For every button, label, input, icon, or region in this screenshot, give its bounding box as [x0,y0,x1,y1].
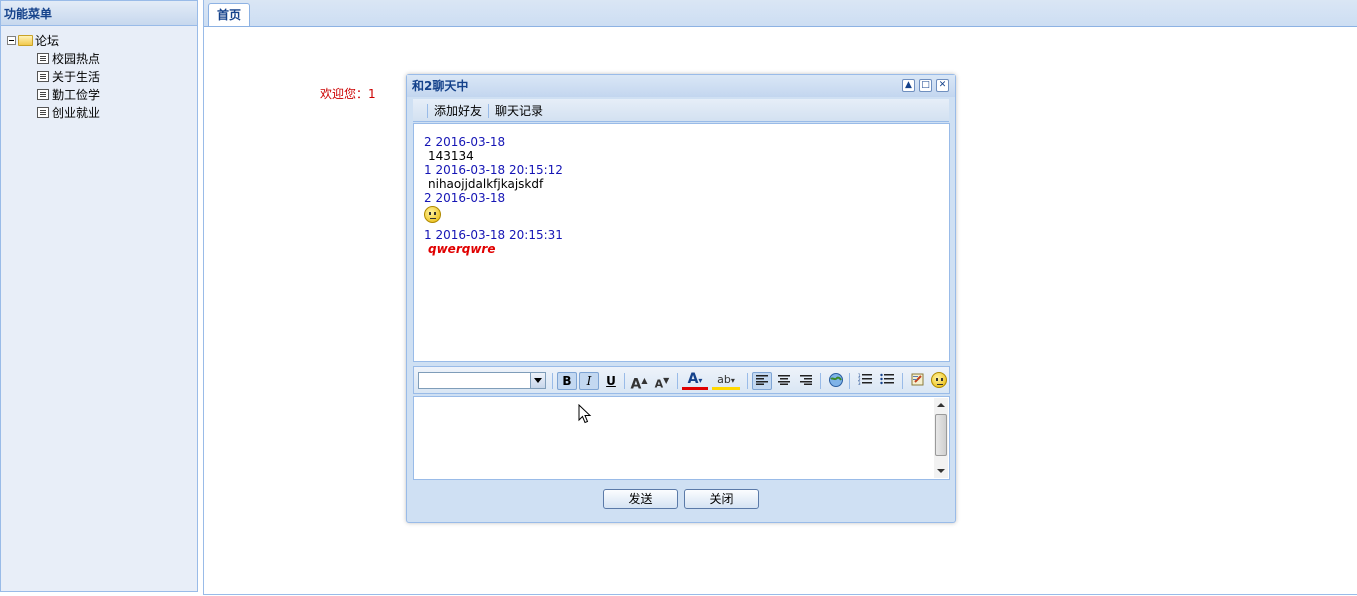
align-center-button[interactable] [774,372,794,390]
send-button[interactable]: 发送 [603,489,678,509]
message-meta: 1 2016-03-18 20:15:31 [424,228,563,242]
tree-node-forum[interactable]: 论坛 [7,32,197,50]
welcome-text: 欢迎您：1 [320,87,376,101]
message-meta: 2 2016-03-18 [424,191,506,205]
collapse-window-icon[interactable]: ▲ [902,79,915,92]
chat-window: 和2聊天中 ▲ □ ✕ 添加好友 聊天记录 2 2016-03-18 143134… [406,74,956,523]
tree-item-label[interactable]: 关于生活 [52,70,100,84]
tree-item-label[interactable]: 勤工俭学 [52,88,100,102]
editor-scrollbar[interactable] [934,398,948,478]
folder-icon [18,35,33,46]
menu-panel-title: 功能菜单 [1,1,197,26]
message-meta: 1 2016-03-18 20:15:12 [424,163,563,177]
message-item: 2 2016-03-18 143134 [424,135,949,163]
tree-node-label[interactable]: 论坛 [35,34,59,48]
close-icon[interactable]: ✕ [936,79,949,92]
page-icon [37,107,49,118]
tab-home[interactable]: 首页 [208,3,251,26]
tree-item-about-life[interactable]: 关于生活 [7,68,197,86]
scrollbar-thumb[interactable] [935,414,947,456]
emoticon-icon[interactable] [929,372,949,390]
smiley-emoticon-icon [931,372,947,388]
chat-toolbar: 添加好友 聊天记录 [413,99,949,122]
toolbar-separator [677,373,678,389]
message-input[interactable] [413,396,950,480]
menu-panel: 功能菜单 论坛 校园热点 关于生活 勤工俭学 创业就业 [0,0,198,592]
chat-history-button[interactable]: 聊天记录 [495,100,543,122]
ordered-list-icon[interactable]: 123 [855,372,875,390]
chevron-down-icon[interactable] [530,373,545,388]
toolbar-separator [902,373,903,389]
page-icon [37,53,49,64]
toolbar-separator [747,373,748,389]
tree-item-entrepreneurship[interactable]: 创业就业 [7,104,197,122]
svg-text:3: 3 [858,381,861,385]
page-icon [37,71,49,82]
highlight-color-button[interactable]: ab▾ [712,372,740,390]
menu-tree: 论坛 校园热点 关于生活 勤工俭学 创业就业 [1,26,197,122]
source-edit-icon[interactable] [908,372,928,390]
message-meta: 2 2016-03-18 [424,135,506,149]
menu-tree-container: 论坛 校园热点 关于生活 勤工俭学 创业就业 [1,26,197,591]
message-body: 143134 [428,149,474,163]
tree-item-label[interactable]: 创业就业 [52,106,100,120]
increase-font-size-button[interactable]: A▲ [629,372,649,393]
toolbar-separator [849,373,850,389]
tree-item-label[interactable]: 校园热点 [52,52,100,66]
tab-strip: 首页 [204,0,1357,27]
maximize-icon[interactable]: □ [919,79,932,92]
chat-window-title: 和2聊天中 [412,79,469,93]
toolbar-separator [552,373,553,389]
collapse-icon[interactable] [7,36,16,45]
toolbar-separator [624,373,625,389]
message-list: 2 2016-03-18 143134 1 2016-03-18 20:15:1… [413,123,950,362]
smiley-emoticon-icon [424,206,441,223]
toolbar-separator [488,103,490,118]
font-family-select[interactable] [418,372,546,389]
scroll-down-icon[interactable] [934,464,948,478]
close-button[interactable]: 关闭 [684,489,759,509]
align-right-button[interactable] [796,372,816,390]
editor-toolbar: B I U A▲ A▼ A▾ ab▾ 123 [413,366,950,394]
message-body: qwerqwre [428,242,496,256]
unordered-list-icon[interactable] [877,372,897,390]
chat-window-header[interactable]: 和2聊天中 ▲ □ ✕ [407,75,955,97]
toolbar-separator [820,373,821,389]
mouse-cursor-icon [578,404,592,424]
scroll-up-icon[interactable] [934,398,948,412]
toolbar-separator [427,103,428,118]
tree-item-campus-hotspot[interactable]: 校园热点 [7,50,197,68]
message-item: 2 2016-03-18 [424,191,949,228]
insert-link-icon[interactable] [826,372,846,390]
bold-button[interactable]: B [557,372,577,390]
add-friend-button[interactable]: 添加好友 [434,100,482,122]
italic-button[interactable]: I [579,372,599,390]
tree-item-work-study[interactable]: 勤工俭学 [7,86,197,104]
underline-button[interactable]: U [601,372,621,390]
font-color-button[interactable]: A▾ [682,372,708,390]
page-icon [37,89,49,100]
message-item: 1 2016-03-18 20:15:31 qwerqwre [424,228,949,256]
message-item: 1 2016-03-18 20:15:12 nihaojjdalkfjkajsk… [424,163,949,191]
decrease-font-size-button[interactable]: A▼ [652,372,672,391]
message-body: nihaojjdalkfjkajskdf [428,177,544,191]
align-left-button[interactable] [752,372,772,390]
